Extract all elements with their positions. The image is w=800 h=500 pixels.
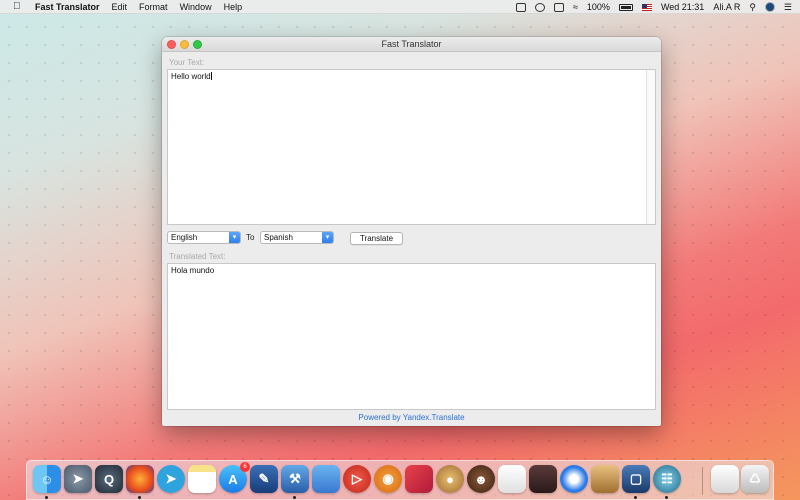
downloads-icon[interactable] — [711, 465, 739, 493]
sketchbook-icon[interactable] — [405, 465, 433, 493]
menu-bar-status-area: ≈ 100% Wed 21:31 Ali.A R ⚲ ☰ — [515, 0, 792, 14]
clock[interactable]: Wed 21:31 — [661, 2, 704, 12]
telegram-icon[interactable]: ➤ — [157, 465, 185, 493]
migration-icon[interactable] — [312, 465, 340, 493]
battery-icon[interactable] — [618, 3, 633, 11]
text-caret — [210, 72, 212, 80]
notification-center-icon[interactable]: ☰ — [784, 2, 792, 13]
menu-window[interactable]: Window — [180, 2, 212, 12]
textedit-icon[interactable] — [498, 465, 526, 493]
xcode-icon[interactable]: ⚒ — [281, 465, 309, 493]
blender-icon[interactable]: ◉ — [374, 465, 402, 493]
input-text: Hello world — [171, 72, 211, 81]
app-store-badge: 6 — [240, 462, 250, 472]
paint-icon[interactable]: ● — [436, 465, 464, 493]
from-language-value: English — [171, 233, 198, 242]
wifi-icon[interactable]: ≈ — [573, 2, 578, 12]
menu-edit[interactable]: Edit — [112, 2, 128, 12]
to-language-select[interactable]: Spanish ▾ — [260, 231, 334, 244]
firefox-icon[interactable] — [126, 465, 154, 493]
app-store-icon[interactable]: A6 — [219, 462, 250, 493]
window-title: Fast Translator — [381, 39, 442, 49]
menu-bar:  Fast Translator Edit Format Window Hel… — [0, 0, 800, 14]
output-textarea[interactable]: Hola mundo — [167, 263, 656, 410]
notes-icon[interactable] — [188, 465, 216, 493]
powered-by-link[interactable]: Powered by Yandex.Translate — [162, 413, 661, 422]
from-language-select[interactable]: English ▾ — [167, 231, 241, 244]
window-titlebar[interactable]: Fast Translator — [162, 37, 661, 52]
virtualbox-icon[interactable]: ▢ — [622, 465, 650, 493]
fast-translator-window: Fast Translator Your Text: Hello world E… — [162, 37, 661, 426]
photobooth-icon[interactable]: ▷ — [343, 465, 371, 493]
to-label: To — [246, 233, 255, 242]
running-indicator — [665, 496, 668, 499]
zoom-button[interactable] — [193, 40, 202, 49]
to-chevron-down-icon: ▾ — [322, 232, 333, 243]
running-indicator — [138, 496, 141, 499]
menu-format[interactable]: Format — [139, 2, 168, 12]
finder-icon[interactable]: ☺ — [33, 465, 61, 493]
output-label: Translated Text: — [169, 252, 226, 261]
siri-icon[interactable] — [764, 2, 775, 12]
spotlight-search-icon[interactable]: ⚲ — [749, 2, 756, 13]
battery-percent: 100% — [586, 2, 610, 12]
menu-help[interactable]: Help — [224, 2, 243, 12]
us-flag-input-icon[interactable] — [641, 3, 652, 11]
photo-collage-icon[interactable] — [529, 465, 557, 493]
trash-icon[interactable]: ♺ — [741, 465, 769, 493]
running-indicator — [293, 496, 296, 499]
preview-icon[interactable]: ✎ — [250, 465, 278, 493]
running-indicator — [634, 496, 637, 499]
dock-separator — [702, 467, 703, 495]
input-scrollbar[interactable] — [646, 70, 655, 224]
close-button[interactable] — [167, 40, 176, 49]
stuffit-icon[interactable] — [591, 465, 619, 493]
output-text: Hola mundo — [171, 266, 215, 275]
apple-menu-icon[interactable]:  — [13, 1, 25, 12]
dock: ☺ ➤ Q ➤ A6 ✎ ⚒ ▷ ◉ ● ☻ ❖ ▢ ☷ ♺ — [26, 460, 774, 500]
menu-app-name[interactable]: Fast Translator — [35, 2, 100, 12]
minimize-button[interactable] — [180, 40, 189, 49]
input-textarea[interactable]: Hello world — [167, 69, 656, 225]
vpn-shield-icon[interactable] — [534, 2, 545, 12]
from-chevron-down-icon: ▾ — [229, 232, 240, 243]
network-icon[interactable]: ☷ — [653, 465, 681, 493]
launchpad-icon[interactable]: ➤ — [64, 465, 92, 493]
to-language-value: Spanish — [264, 233, 293, 242]
screen-icon[interactable] — [515, 2, 526, 12]
uninstaller-icon[interactable]: ☻ — [467, 465, 495, 493]
safari-icon[interactable]: ❖ — [560, 465, 588, 493]
quicktime-icon[interactable]: Q — [95, 465, 123, 493]
running-indicator — [45, 496, 48, 499]
user-name[interactable]: Ali.A R — [713, 2, 740, 12]
input-label: Your Text: — [169, 58, 205, 67]
security-icon[interactable] — [553, 2, 564, 12]
translate-button[interactable]: Translate — [350, 232, 403, 245]
